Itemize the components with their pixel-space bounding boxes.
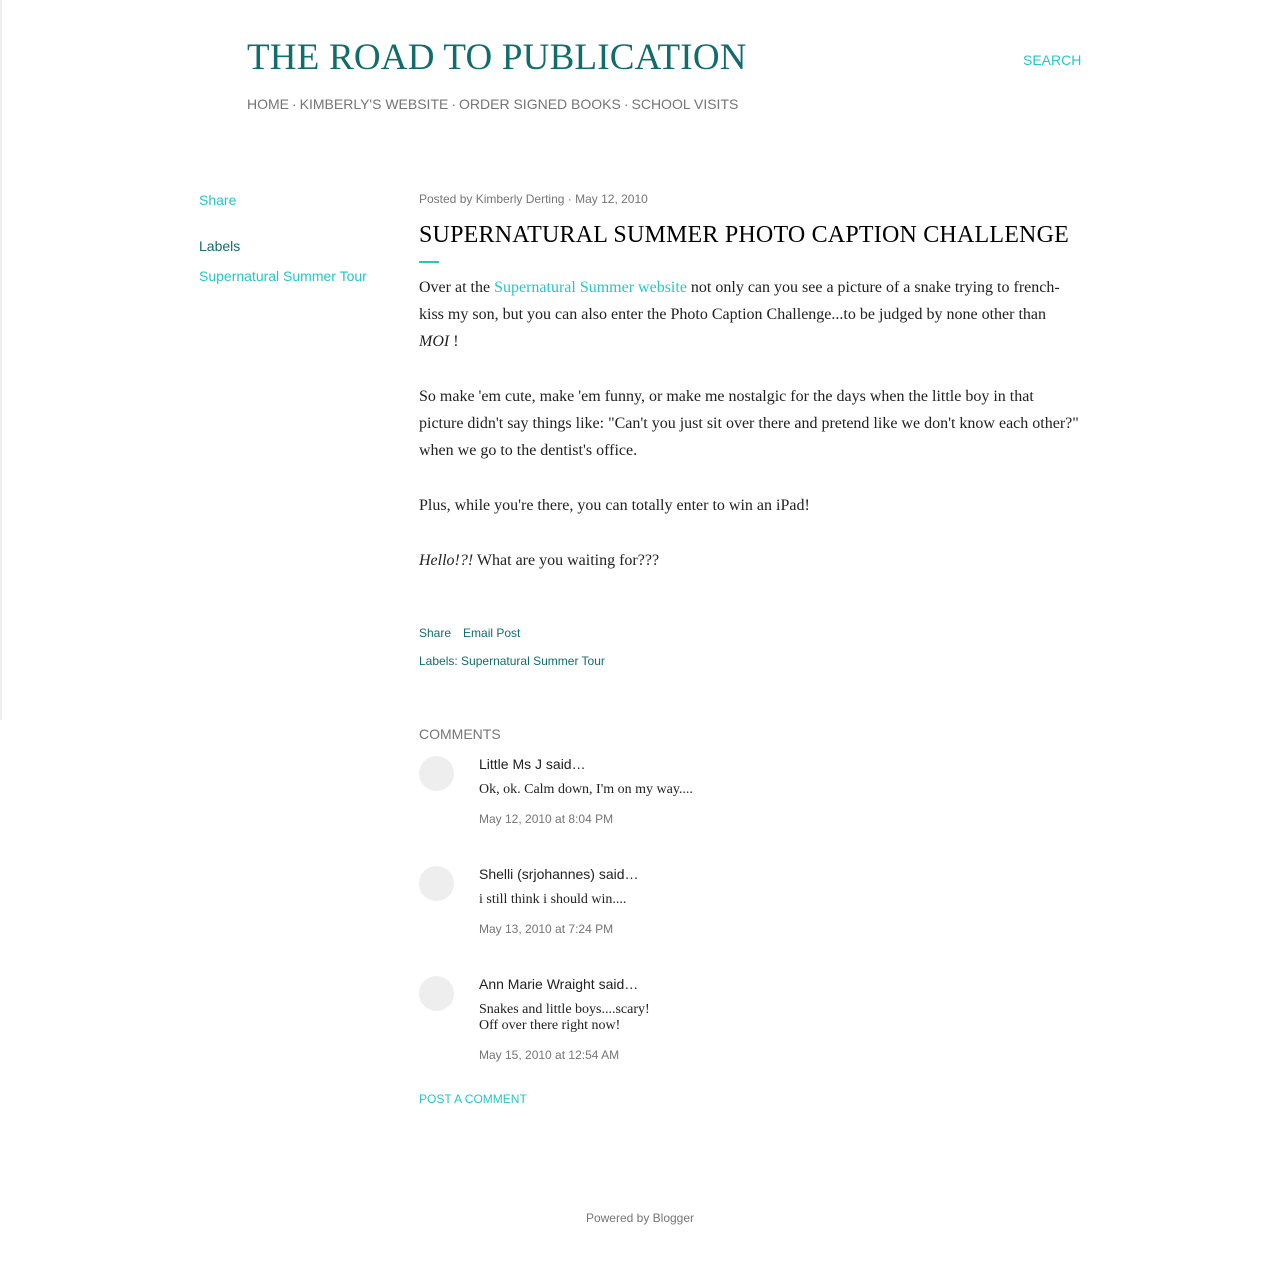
blog-title[interactable]: THE ROAD TO PUBLICATION xyxy=(247,36,747,79)
nav-item-school-visits[interactable]: SCHOOL VISITS xyxy=(632,96,739,112)
nav-separator: · xyxy=(292,96,297,112)
title-underline xyxy=(419,261,439,263)
search-button[interactable]: SEARCH xyxy=(1023,52,1081,68)
sidebar-share-link[interactable]: Share xyxy=(199,192,399,208)
nav-separator: · xyxy=(623,96,629,112)
comment-date[interactable]: May 12, 2010 at 8:04 PM xyxy=(479,812,613,826)
post-meta-separator: · xyxy=(567,192,572,206)
comment-body: i still think i should win.... xyxy=(479,892,627,907)
comment-date[interactable]: May 15, 2010 at 12:54 AM xyxy=(479,1048,619,1062)
comment-author[interactable]: Ann Marie Wraight said… xyxy=(479,976,638,992)
avatar[interactable] xyxy=(419,866,454,901)
nav-item-kimberlys-website[interactable]: KIMBERLY'S WEBSITE xyxy=(300,96,449,112)
post-labels-prefix: Labels: xyxy=(419,654,458,668)
post-paragraph-4: Hello!?! What are you waiting for??? xyxy=(419,552,660,569)
post-share-button[interactable]: Share xyxy=(419,626,451,640)
comment-body: Ok, ok. Calm down, I'm on my way.... xyxy=(479,782,693,797)
supernatural-summer-website-link[interactable]: Supernatural Summer website xyxy=(494,279,687,296)
post-labels: Labels: Supernatural Summer Tour xyxy=(419,654,605,668)
nav-item-order-signed-books[interactable]: ORDER SIGNED BOOKS xyxy=(459,96,621,112)
avatar[interactable] xyxy=(419,976,454,1011)
post-label-link[interactable]: Supernatural Summer Tour xyxy=(461,654,605,668)
comments-heading: COMMENTS xyxy=(419,726,501,742)
post-paragraph-1: Over at the Supernatural Summer website … xyxy=(419,279,1060,350)
post-paragraph-3: Plus, while you're there, you can totall… xyxy=(419,497,810,514)
post-paragraph-2: So make 'em cute, make 'em funny, or mak… xyxy=(419,388,1079,459)
nav-separator: · xyxy=(451,96,457,112)
comment-body: Snakes and little boys....scary! Off ove… xyxy=(479,1002,650,1033)
avatar[interactable] xyxy=(419,756,454,791)
comment-date[interactable]: May 13, 2010 at 7:24 PM xyxy=(479,922,613,936)
post-author[interactable]: Kimberly Derting xyxy=(476,192,565,206)
post-title: SUPERNATURAL SUMMER PHOTO CAPTION CHALLE… xyxy=(419,222,1069,248)
sidebar-label-link[interactable]: Supernatural Summer Tour xyxy=(199,268,399,284)
nav-item-home[interactable]: HOME xyxy=(247,96,289,112)
post: Posted by Kimberly Derting · May 12, 201… xyxy=(419,192,1079,602)
post-date[interactable]: May 12, 2010 xyxy=(575,192,648,206)
post-share-bar: Share Email Post xyxy=(419,626,520,640)
comment-author[interactable]: Shelli (srjohannes) said… xyxy=(479,866,639,882)
powered-by-blogger[interactable]: Powered by Blogger xyxy=(0,1211,1280,1225)
top-nav: HOME · KIMBERLY'S WEBSITE · ORDER SIGNED BOO… xyxy=(247,96,738,112)
post-meta-prefix: Posted by xyxy=(419,192,473,206)
page-left-border xyxy=(0,0,2,720)
post-a-comment-button[interactable]: POST A COMMENT xyxy=(419,1092,527,1106)
post-body: Over at the Supernatural Summer website … xyxy=(419,274,1079,574)
post-meta: Posted by Kimberly Derting · May 12, 201… xyxy=(419,192,1079,206)
email-post-button[interactable]: Email Post xyxy=(463,626,520,640)
comment-author[interactable]: Little Ms J said… xyxy=(479,756,586,772)
sidebar-labels-heading: Labels xyxy=(199,238,241,254)
sidebar: Share Labels Supernatural Summer Tour xyxy=(199,192,399,284)
